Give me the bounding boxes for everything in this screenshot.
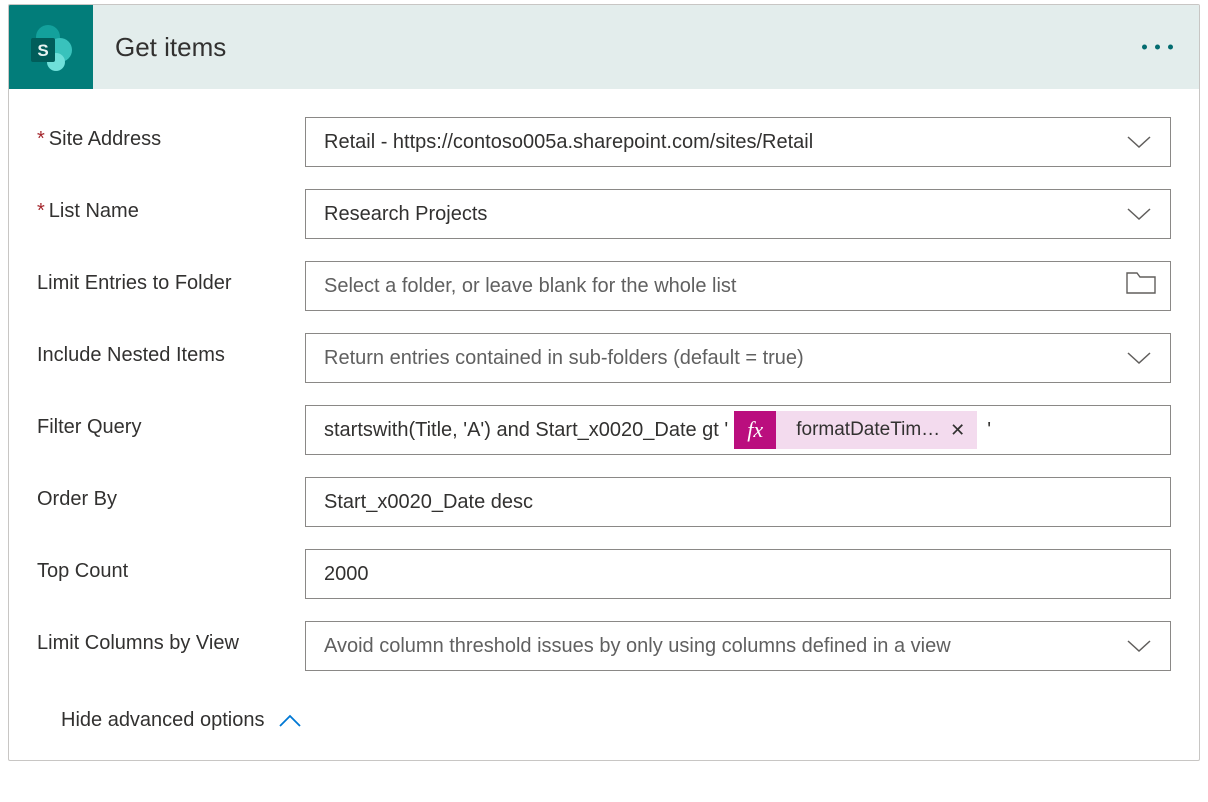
limit-folder-placeholder: Select a folder, or leave blank for the … <box>324 275 736 298</box>
label-order-by: Order By <box>37 477 305 511</box>
field-row-limit-columns: Limit Columns by View Avoid column thres… <box>37 621 1171 671</box>
expression-pill-formatdatetime[interactable]: fx formatDateTim… ✕ <box>734 411 977 449</box>
hide-advanced-options-label: Hide advanced options <box>61 709 264 732</box>
label-site-address: * Site Address <box>37 117 305 151</box>
field-row-filter-query: Filter Query startswith(Title, 'A') and … <box>37 405 1171 455</box>
order-by-input[interactable] <box>305 477 1171 527</box>
filter-query-input[interactable]: startswith(Title, 'A') and Start_x0020_D… <box>305 405 1171 455</box>
chevron-down-icon <box>1126 135 1152 149</box>
field-row-site-address: * Site Address Retail - https://contoso0… <box>37 117 1171 167</box>
chevron-down-icon <box>1126 351 1152 365</box>
expression-pill-label: formatDateTim… <box>796 419 940 441</box>
filter-query-text-after: ' <box>987 419 991 442</box>
field-row-top-count: Top Count <box>37 549 1171 599</box>
top-count-text[interactable] <box>324 563 1120 586</box>
order-by-text[interactable] <box>324 491 1120 514</box>
fx-icon: fx <box>734 411 776 449</box>
chevron-up-icon <box>278 714 302 728</box>
folder-icon[interactable] <box>1126 272 1156 300</box>
label-include-nested: Include Nested Items <box>37 333 305 367</box>
top-count-input[interactable] <box>305 549 1171 599</box>
required-star-icon: * <box>37 200 45 223</box>
field-row-limit-folder: Limit Entries to Folder Select a folder,… <box>37 261 1171 311</box>
limit-columns-placeholder: Avoid column threshold issues by only us… <box>324 635 951 658</box>
more-actions-button[interactable] <box>1142 45 1173 50</box>
limit-columns-dropdown[interactable]: Avoid column threshold issues by only us… <box>305 621 1171 671</box>
label-limit-columns: Limit Columns by View <box>37 621 305 655</box>
include-nested-dropdown[interactable]: Return entries contained in sub-folders … <box>305 333 1171 383</box>
limit-folder-picker[interactable]: Select a folder, or leave blank for the … <box>305 261 1171 311</box>
field-row-list-name: * List Name Research Projects <box>37 189 1171 239</box>
list-name-value: Research Projects <box>324 203 487 226</box>
ellipsis-dot-icon <box>1168 45 1173 50</box>
sharepoint-icon: S <box>9 5 93 89</box>
site-address-value: Retail - https://contoso005a.sharepoint.… <box>324 131 813 154</box>
field-row-order-by: Order By <box>37 477 1171 527</box>
ellipsis-dot-icon <box>1155 45 1160 50</box>
chevron-down-icon <box>1126 639 1152 653</box>
hide-advanced-options-toggle[interactable]: Hide advanced options <box>61 709 302 732</box>
svg-text:S: S <box>37 41 48 60</box>
card-header[interactable]: S Get items <box>9 5 1199 89</box>
label-filter-query: Filter Query <box>37 405 305 439</box>
action-card-get-items: S Get items * Site Address Retail - http… <box>8 4 1200 761</box>
label-limit-folder: Limit Entries to Folder <box>37 261 305 295</box>
filter-query-text-before: startswith(Title, 'A') and Start_x0020_D… <box>324 419 728 442</box>
required-star-icon: * <box>37 128 45 151</box>
site-address-dropdown[interactable]: Retail - https://contoso005a.sharepoint.… <box>305 117 1171 167</box>
field-row-include-nested: Include Nested Items Return entries cont… <box>37 333 1171 383</box>
remove-expression-button[interactable]: ✕ <box>950 420 965 441</box>
include-nested-placeholder: Return entries contained in sub-folders … <box>324 347 804 370</box>
ellipsis-dot-icon <box>1142 45 1147 50</box>
label-list-name: * List Name <box>37 189 305 223</box>
list-name-dropdown[interactable]: Research Projects <box>305 189 1171 239</box>
card-body: * Site Address Retail - https://contoso0… <box>9 89 1199 760</box>
chevron-down-icon <box>1126 207 1152 221</box>
label-top-count: Top Count <box>37 549 305 583</box>
card-title: Get items <box>115 32 226 63</box>
